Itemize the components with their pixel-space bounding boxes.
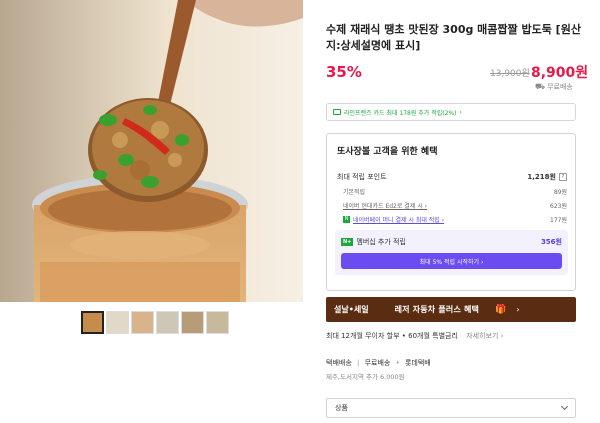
option-select-label: 상품 xyxy=(335,404,348,412)
gift-icon: 🎁 xyxy=(495,304,507,315)
free-delivery-badge: ⛟ 무료배송 xyxy=(535,82,573,92)
product-title: 수제 재래식 땡초 맛된장 300g 매콤짭짤 밥도둑 [원산지:상세설명에 표… xyxy=(326,23,581,52)
thumbnail-1[interactable] xyxy=(81,311,104,334)
naverpay-icon: N xyxy=(343,216,350,223)
benefit-title: 또사장볼 고객을 위한 혜택 xyxy=(337,147,438,157)
benefit-row-value: 623원 xyxy=(550,203,567,210)
product-main-image xyxy=(0,0,303,302)
chevron-down-icon xyxy=(560,402,569,411)
discount-rate: 35% xyxy=(326,63,362,81)
promo-banner[interactable]: 설날•세일 레저 자동차 플러스 혜택 🎁 › xyxy=(326,297,576,322)
free-delivery-label: 무료배송 xyxy=(547,83,573,91)
shipping-label: 택배배송 xyxy=(326,359,352,367)
banner-arrow: › xyxy=(516,305,520,314)
installment-text: 최대 12개월 무이자 할부 • 60개월 특별금리 xyxy=(326,332,458,340)
card-promo-banner[interactable]: 라인프렌즈 카드 최대 178원 추가 적립(2%) › xyxy=(326,103,576,121)
sale-price: 8,900원 xyxy=(531,65,589,81)
original-price: 13,900원 xyxy=(490,69,530,79)
membership-box: N+ 멤버십 추가 적립 356원 최대 5% 적립 시작하기 › xyxy=(335,230,568,275)
banner-promo-text: 레저 자동차 플러스 혜택 xyxy=(394,305,480,314)
benefit-row[interactable]: N 네이버페이 머니 결제 시 최대 적립 › 177원 xyxy=(337,215,567,224)
installment-more-link[interactable]: 자세히보기 › xyxy=(466,332,503,340)
thumbnail-5[interactable] xyxy=(181,311,204,334)
max-points-row: 최대 적립 포인트 1,218원 ? xyxy=(337,172,567,182)
shipping-extra: 제주,도서지역 추가 6,000원 xyxy=(326,373,405,381)
max-points-value: 1,218원 xyxy=(527,173,556,181)
benefit-row-value: 89원 xyxy=(553,189,567,196)
shipping-info: 택배배송 | 무료배송 • 롯데택배 xyxy=(326,359,431,367)
shipping-fee: 무료배송 xyxy=(364,359,391,367)
membership-label: 멤버십 추가 적립 xyxy=(356,238,406,246)
membership-badge: N+ xyxy=(341,238,354,246)
thumbnail-6[interactable] xyxy=(206,311,229,334)
benefit-box: 또사장볼 고객을 위한 혜택 최대 적립 포인트 1,218원 ? 기본적립 8… xyxy=(326,133,576,291)
membership-start-button[interactable]: 최대 5% 적립 시작하기 › xyxy=(341,253,562,269)
thumbnail-2[interactable] xyxy=(106,311,129,334)
benefit-row[interactable]: 네이버 현대카드 Ed2로 결제 시 › 623원 xyxy=(337,201,567,210)
benefit-row-label[interactable]: 네이버 현대카드 Ed2로 결제 시 › xyxy=(337,201,427,210)
card-promo-arrow: › xyxy=(459,108,462,116)
truck-icon: ⛟ xyxy=(535,82,546,91)
card-icon xyxy=(333,109,341,115)
help-icon[interactable]: ? xyxy=(559,173,567,181)
shipping-carrier: 롯데택배 xyxy=(404,359,431,367)
thumbnail-4[interactable] xyxy=(156,311,179,334)
membership-row: N+ 멤버십 추가 적립 356원 xyxy=(341,237,562,247)
thumbnail-3[interactable] xyxy=(131,311,154,334)
option-select[interactable]: 상품 xyxy=(326,398,576,418)
benefit-row: 기본적립 89원 xyxy=(337,187,567,196)
card-promo-text: 라인프렌즈 카드 최대 178원 추가 적립(2%) xyxy=(344,109,457,117)
benefit-row-label: 기본적립 xyxy=(343,189,366,196)
membership-value: 356원 xyxy=(540,238,562,246)
max-points-label: 최대 적립 포인트 xyxy=(337,173,387,181)
benefit-row-label[interactable]: 네이버페이 머니 결제 시 최대 적립 › xyxy=(353,215,444,224)
installment-info: 최대 12개월 무이자 할부 • 60개월 특별금리 자세히보기 › xyxy=(326,331,503,341)
thumbnail-strip xyxy=(81,311,229,334)
banner-event-label: 설날•세일 xyxy=(334,305,369,314)
benefit-row-value: 177원 xyxy=(550,217,567,224)
